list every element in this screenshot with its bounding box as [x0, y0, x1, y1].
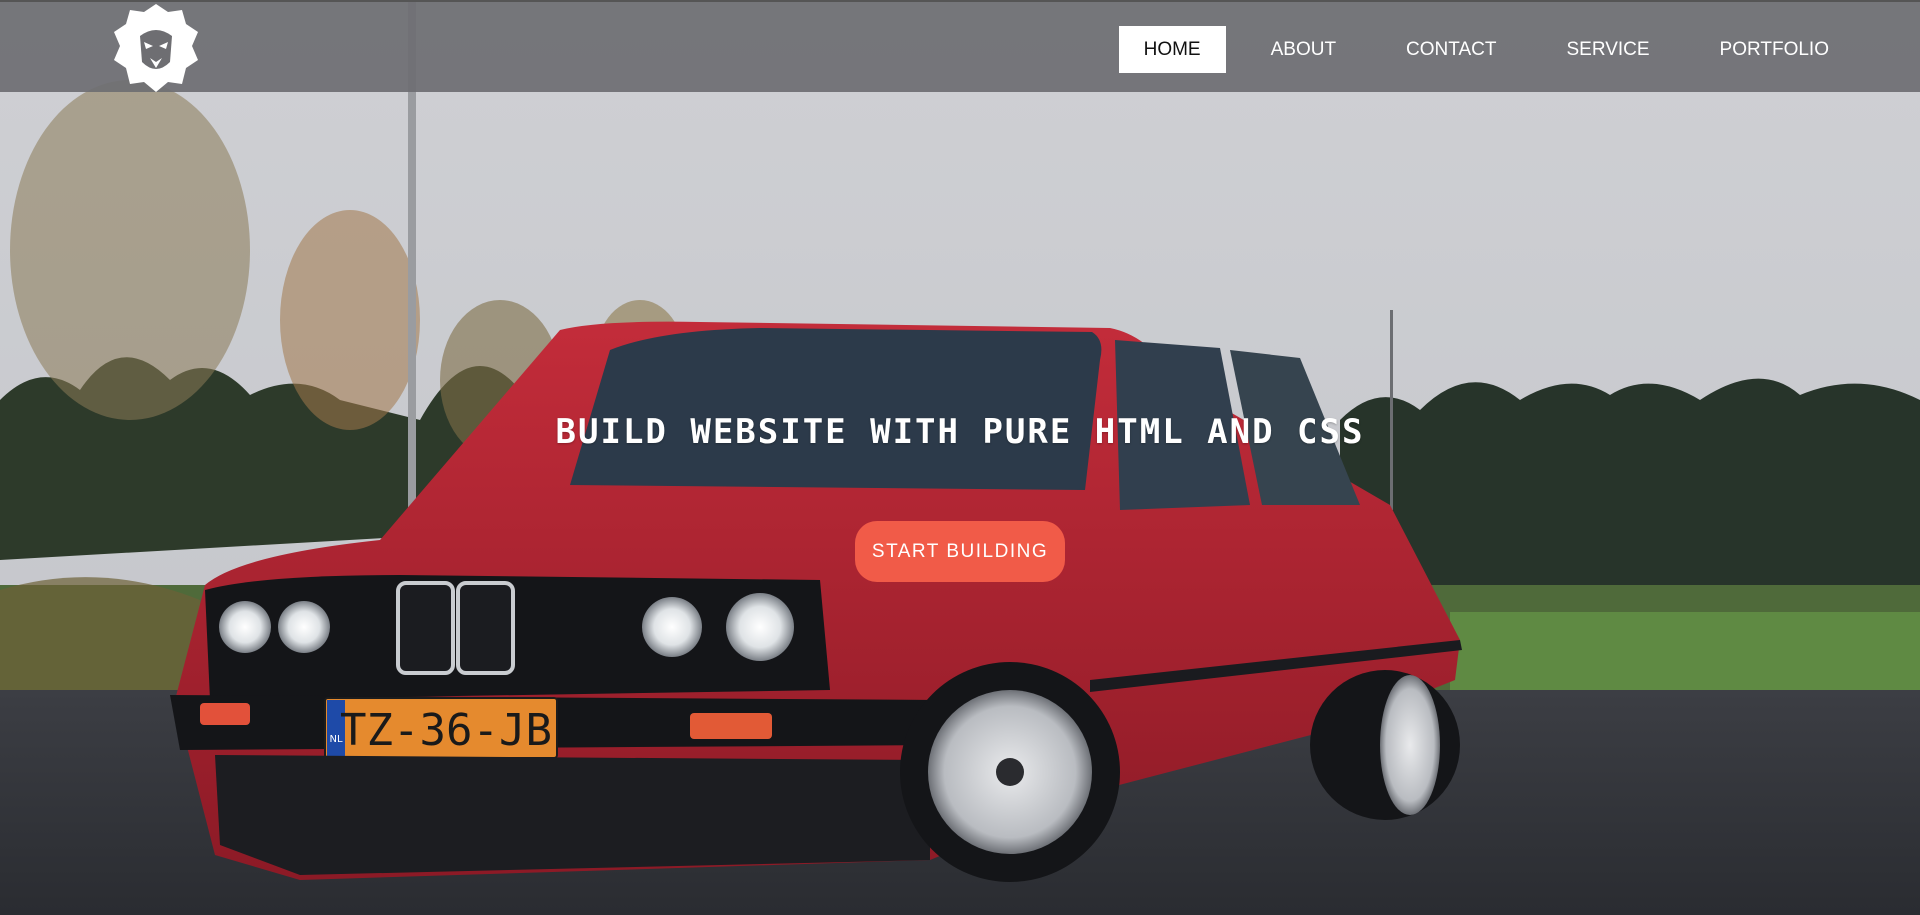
- start-building-button[interactable]: START BUILDING: [855, 521, 1065, 582]
- nav-about-link[interactable]: ABOUT: [1246, 26, 1361, 73]
- top-navbar: HOME ABOUT CONTACT SERVICE PORTFOLIO: [0, 0, 1920, 92]
- lion-head-icon[interactable]: [110, 2, 202, 94]
- nav-contact-link[interactable]: CONTACT: [1381, 26, 1521, 73]
- main-nav: HOME ABOUT CONTACT SERVICE PORTFOLIO: [1099, 26, 1854, 73]
- svg-text:TZ-36-JB: TZ-36-JB: [340, 705, 552, 756]
- hero-headline: BUILD WEBSITE WITH PURE HTML AND CSS: [555, 412, 1365, 452]
- hero-section: TZ-36-JB NL HOME ABOUT CONTACT SERVICE P…: [0, 0, 1920, 915]
- nav-portfolio-link[interactable]: PORTFOLIO: [1695, 26, 1854, 73]
- nav-home-link[interactable]: HOME: [1118, 26, 1226, 73]
- nav-service-link[interactable]: SERVICE: [1541, 26, 1674, 73]
- svg-text:NL: NL: [329, 734, 342, 745]
- hero-background-image: TZ-36-JB NL: [0, 0, 1920, 915]
